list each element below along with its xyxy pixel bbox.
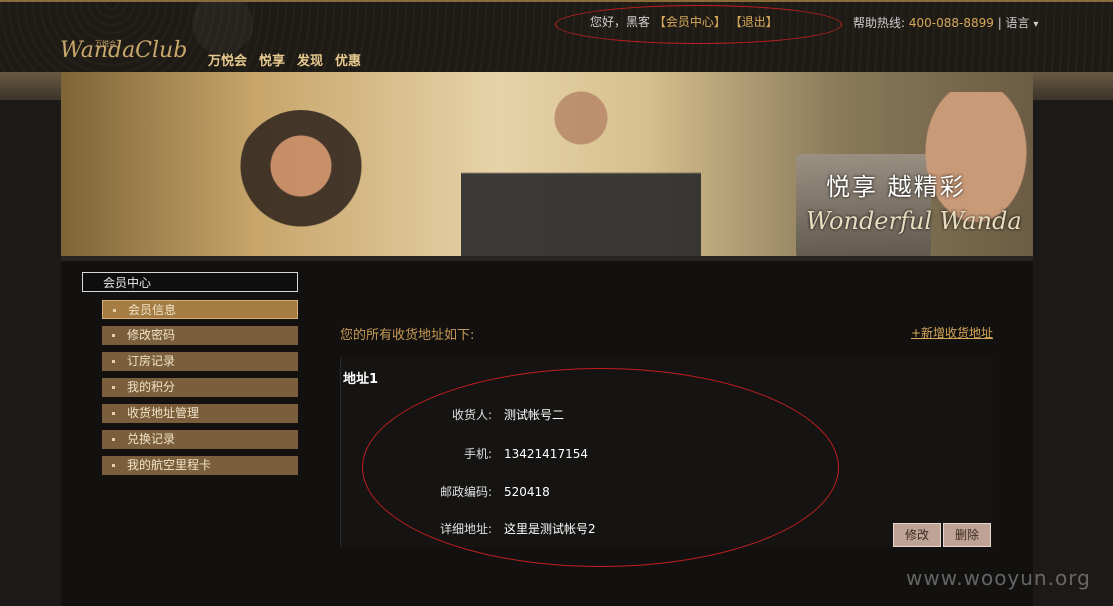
- annotation-ellipse-header: [555, 5, 842, 44]
- edit-button[interactable]: 修改: [893, 523, 941, 547]
- sidebar-item-member-info[interactable]: 会员信息: [102, 300, 298, 319]
- banner-slogan-en: Wonderful Wanda: [806, 207, 1022, 235]
- sidebar-item-my-points[interactable]: 我的积分: [102, 378, 298, 397]
- nav-item-youhui[interactable]: 优惠: [335, 50, 361, 69]
- sidebar-item-address-management[interactable]: 收货地址管理: [102, 404, 298, 423]
- banner-person-woman: [231, 110, 371, 256]
- sidebar-item-redeem-records[interactable]: 兑换记录: [102, 430, 298, 449]
- hotline-number: 400-088-8899: [908, 16, 994, 30]
- site-header: WandaClub 万悦会 万悦会 悦享 发现 优惠 您好，黑客 【会员中心】 …: [0, 0, 1113, 74]
- logo-subtitle: 万悦会: [95, 40, 116, 48]
- banner-slogan: 悦享 越精彩: [826, 173, 966, 201]
- chevron-down-icon[interactable]: ▾: [1033, 19, 1038, 30]
- sidebar-item-airline-miles[interactable]: 我的航空里程卡: [102, 456, 298, 475]
- bullet-icon: [112, 412, 115, 415]
- address-title: 地址1: [343, 372, 379, 387]
- sidebar-item-label: 订房记录: [127, 354, 176, 368]
- wandaclub-logo[interactable]: WandaClub: [60, 38, 187, 63]
- bullet-icon: [112, 334, 115, 337]
- bullet-icon: [112, 360, 115, 363]
- hotline-label: 帮助热线:: [853, 16, 909, 30]
- add-address-link[interactable]: +新增收货地址: [911, 324, 993, 341]
- banner-person-man: [461, 82, 701, 256]
- sidebar-item-label: 收货地址管理: [127, 406, 200, 420]
- hotline: 帮助热线: 400-088-8899 | 语言 ▾: [853, 14, 1038, 31]
- sidebar-item-label: 我的航空里程卡: [127, 458, 212, 472]
- sidebar-item-label: 修改密码: [127, 328, 176, 342]
- nav-item-wanyuehui[interactable]: 万悦会: [208, 50, 247, 69]
- sidebar-item-label: 会员信息: [128, 303, 177, 317]
- main-nav: 万悦会 悦享 发现 优惠: [208, 50, 361, 69]
- nav-item-yuexiang[interactable]: 悦享: [259, 50, 285, 69]
- sidebar-item-change-password[interactable]: 修改密码: [102, 326, 298, 345]
- address-intro: 您的所有收货地址如下:: [340, 328, 475, 343]
- bullet-icon: [112, 386, 115, 389]
- bullet-icon: [113, 309, 116, 312]
- sidebar-item-label: 兑换记录: [127, 432, 176, 446]
- sidebar-menu: 会员信息 修改密码 订房记录 我的积分 收货地址管理 兑换记录 我的航空里程卡: [102, 300, 298, 482]
- nav-item-faxian[interactable]: 发现: [297, 50, 323, 69]
- delete-button[interactable]: 删除: [943, 523, 991, 547]
- language-selector[interactable]: | 语言: [998, 16, 1030, 30]
- annotation-ellipse-address: [362, 368, 839, 567]
- bullet-icon: [112, 438, 115, 441]
- sidebar-item-label: 我的积分: [127, 380, 176, 394]
- bullet-icon: [112, 464, 115, 467]
- sidebar-item-booking-records[interactable]: 订房记录: [102, 352, 298, 371]
- watermark: www.wooyun.org: [906, 566, 1091, 590]
- promo-banner: 悦享 越精彩 Wonderful Wanda: [61, 72, 1033, 256]
- sidebar-title: 会员中心: [82, 272, 298, 292]
